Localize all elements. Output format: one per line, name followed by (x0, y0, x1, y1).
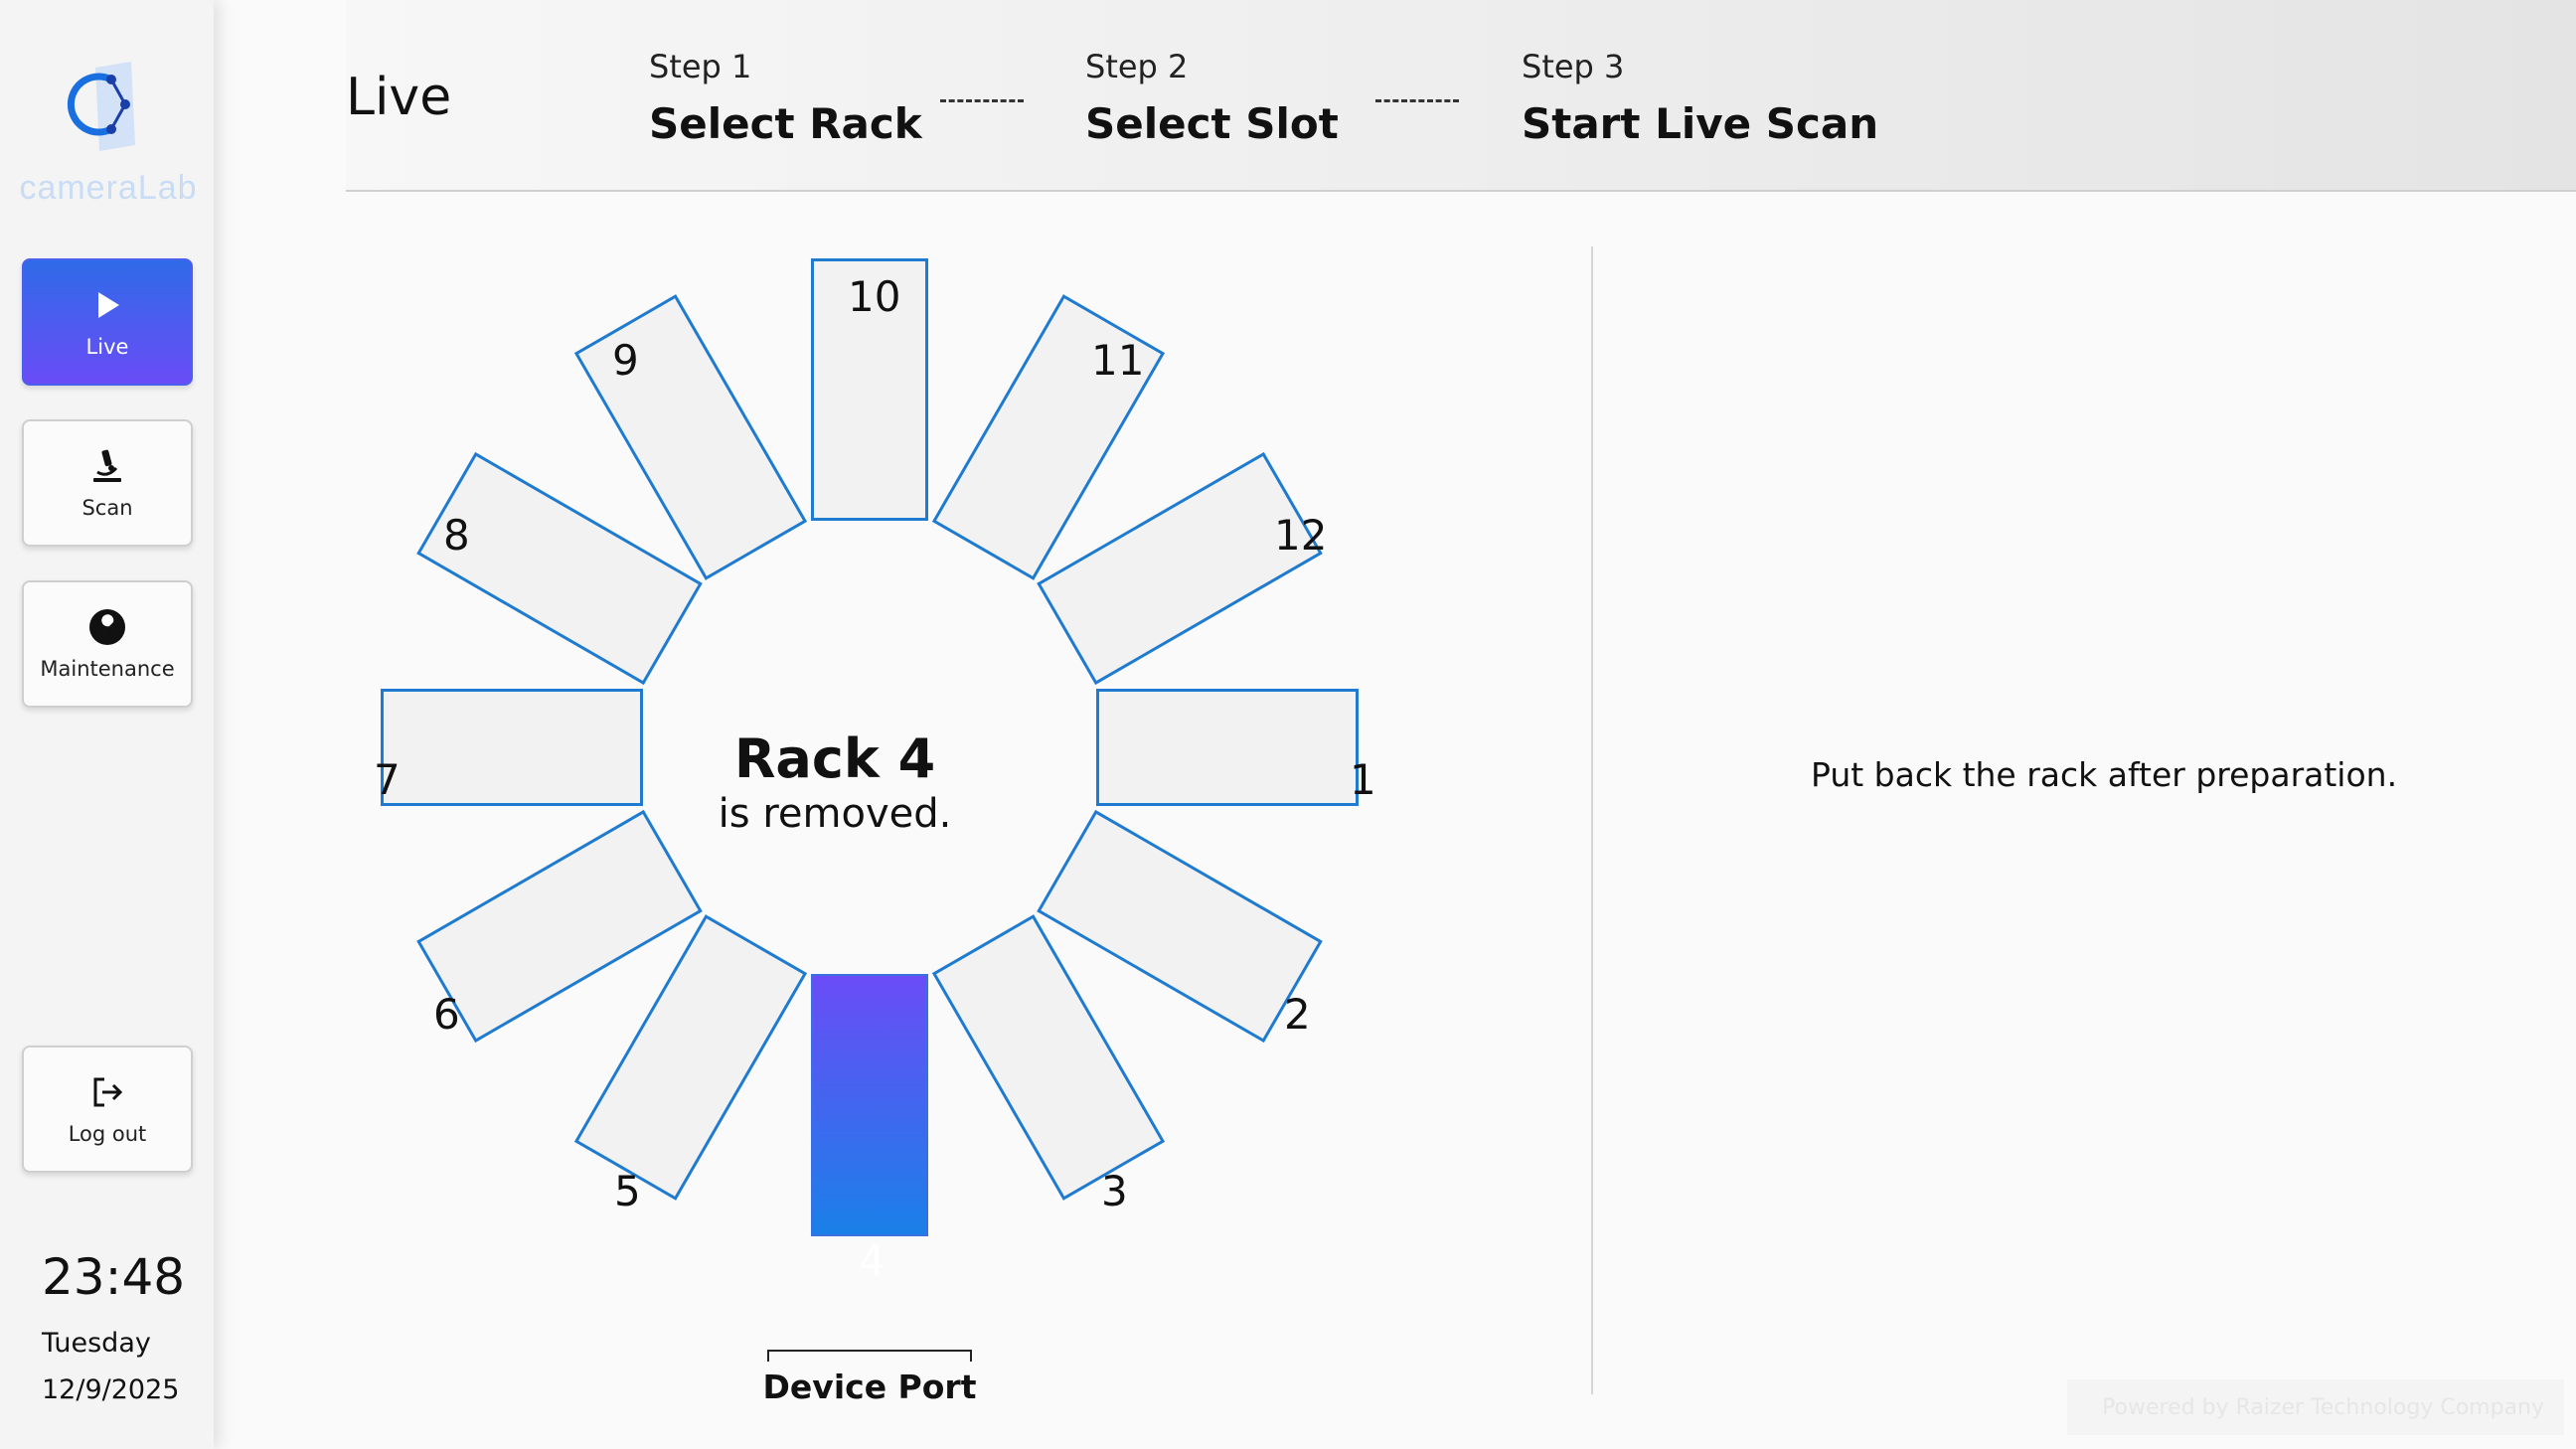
rack-status-title: Rack 4 (733, 727, 936, 790)
panel-divider (1591, 246, 1593, 1394)
slot-label-7: 7 (374, 755, 401, 804)
logout-button[interactable]: Log out (22, 1046, 193, 1173)
slot-label-5: 5 (614, 1167, 641, 1215)
step-3: Step 3 Start Live Scan (1522, 48, 1878, 148)
rack-wheel: 10 11 12 1 2 3 4 5 6 7 8 9 Rack 4 is rem… (338, 239, 1411, 1431)
page-title: Live (346, 68, 452, 127)
nav-scan-button[interactable]: Scan (22, 419, 193, 547)
slot-label-1: 1 (1350, 755, 1376, 804)
header-bar: Live Step 1 Select Rack Step 2 Select Sl… (346, 0, 2576, 192)
nav-maintenance-button[interactable]: Maintenance (22, 580, 193, 708)
device-port-bracket (767, 1350, 972, 1362)
slot-label-3: 3 (1101, 1167, 1128, 1215)
play-icon (87, 285, 127, 325)
logo-icon (67, 62, 135, 151)
step-1: Step 1 Select Rack (649, 48, 922, 148)
logo-text: cameraLab (19, 169, 198, 207)
nav-scan-label: Scan (81, 496, 133, 520)
rack-slot-4[interactable] (811, 974, 928, 1236)
nav-maintenance-label: Maintenance (40, 657, 175, 681)
clock-day: Tuesday (42, 1328, 151, 1359)
clock-date: 12/9/2025 (42, 1374, 180, 1405)
slot-label-2: 2 (1284, 990, 1311, 1039)
slot-label-12: 12 (1274, 511, 1328, 560)
instruction-text: Put back the rack after preparation. (1811, 755, 2398, 794)
step-3-name: Start Live Scan (1522, 99, 1879, 148)
nav-live-button[interactable]: Live (22, 258, 193, 386)
rack-status-subtitle: is removed. (718, 791, 952, 837)
microscope-icon (87, 446, 127, 486)
step-separator (940, 99, 1024, 102)
nav-live-label: Live (85, 335, 129, 359)
sidebar: cameraLab Live Scan Maintenance Log out … (0, 0, 214, 1449)
step-2: Step 2 Select Slot (1085, 48, 1339, 148)
slot-label-10: 10 (848, 272, 901, 321)
rack-slot-1[interactable] (1096, 689, 1359, 806)
app-logo: cameraLab (14, 60, 203, 209)
step-1-name: Select Rack (649, 99, 922, 148)
step-2-number: Step 2 (1085, 48, 1189, 85)
logout-label: Log out (68, 1122, 147, 1146)
slot-label-8: 8 (443, 511, 470, 560)
step-3-number: Step 3 (1522, 48, 1625, 85)
logout-icon (87, 1072, 127, 1112)
device-port-label: Device Port (762, 1368, 977, 1406)
step-separator (1375, 99, 1459, 102)
slot-label-6: 6 (433, 990, 460, 1039)
slot-label-11: 11 (1091, 336, 1145, 385)
step-1-number: Step 1 (649, 48, 752, 85)
wrench-icon (87, 607, 127, 647)
footer-watermark: Powered by Raizer Technology Company (2067, 1379, 2564, 1435)
clock-time: 23:48 (42, 1248, 186, 1306)
slot-label-4: 4 (859, 1236, 886, 1285)
slot-label-9: 9 (612, 336, 639, 385)
rack-slot-7[interactable] (381, 689, 643, 806)
step-2-name: Select Slot (1085, 99, 1339, 148)
